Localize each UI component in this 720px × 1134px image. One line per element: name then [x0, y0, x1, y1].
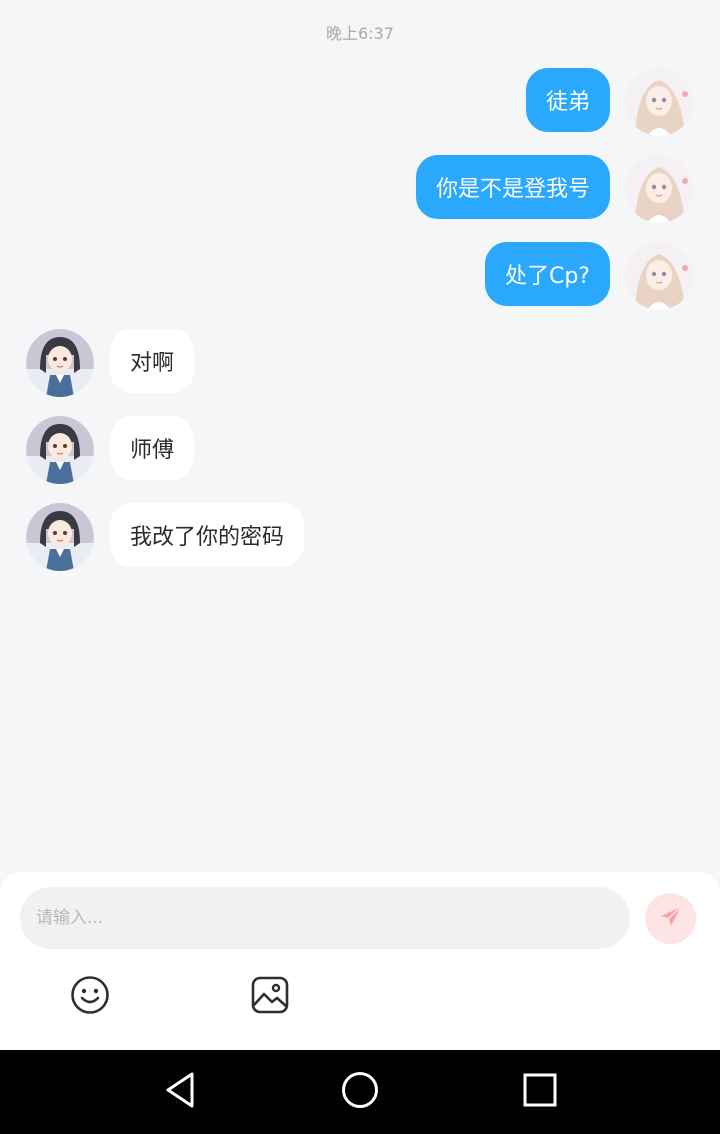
image-button[interactable] — [249, 976, 291, 1018]
send-button[interactable] — [645, 893, 696, 944]
recents-button[interactable] — [518, 1070, 562, 1114]
message-bubble-received[interactable]: 对啊 — [110, 329, 195, 393]
home-circle-icon — [340, 1070, 380, 1114]
chat-screen: 晚上6:37 徒弟 你是不是登我号 处了Cp? 对啊 师傅 我改了你的密码 请输… — [0, 0, 720, 1134]
back-triangle-icon — [162, 1070, 198, 1114]
back-button[interactable] — [158, 1070, 202, 1114]
emoji-icon — [70, 975, 110, 1019]
system-navigation-bar — [0, 1050, 720, 1134]
image-icon — [250, 975, 290, 1019]
message-input[interactable] — [20, 887, 630, 949]
contact-avatar[interactable] — [26, 329, 94, 397]
message-row-received: 对啊 — [0, 329, 720, 397]
user-avatar[interactable] — [625, 242, 693, 310]
recents-square-icon — [522, 1072, 558, 1112]
message-bubble-sent[interactable]: 处了Cp? — [484, 242, 610, 306]
message-row-sent: 你是不是登我号 — [0, 155, 720, 223]
message-bubble-sent[interactable]: 你是不是登我号 — [415, 155, 610, 219]
message-bubble-received[interactable]: 我改了你的密码 — [110, 503, 305, 567]
contact-avatar[interactable] — [26, 503, 94, 571]
message-row-sent: 处了Cp? — [0, 242, 720, 310]
message-composer — [0, 872, 720, 1050]
message-row-sent: 徒弟 — [0, 68, 720, 136]
contact-avatar[interactable] — [26, 416, 94, 484]
emoji-button[interactable] — [69, 976, 111, 1018]
user-avatar[interactable] — [625, 68, 693, 136]
message-row-received: 师傅 — [0, 416, 720, 484]
message-bubble-received[interactable]: 师傅 — [110, 416, 195, 480]
paper-plane-icon — [658, 904, 684, 934]
message-bubble-sent[interactable]: 徒弟 — [525, 68, 610, 132]
message-row-received: 我改了你的密码 — [0, 503, 720, 571]
user-avatar[interactable] — [625, 155, 693, 223]
message-timestamp: 晚上6:37 — [326, 24, 394, 43]
home-button[interactable] — [338, 1070, 382, 1114]
